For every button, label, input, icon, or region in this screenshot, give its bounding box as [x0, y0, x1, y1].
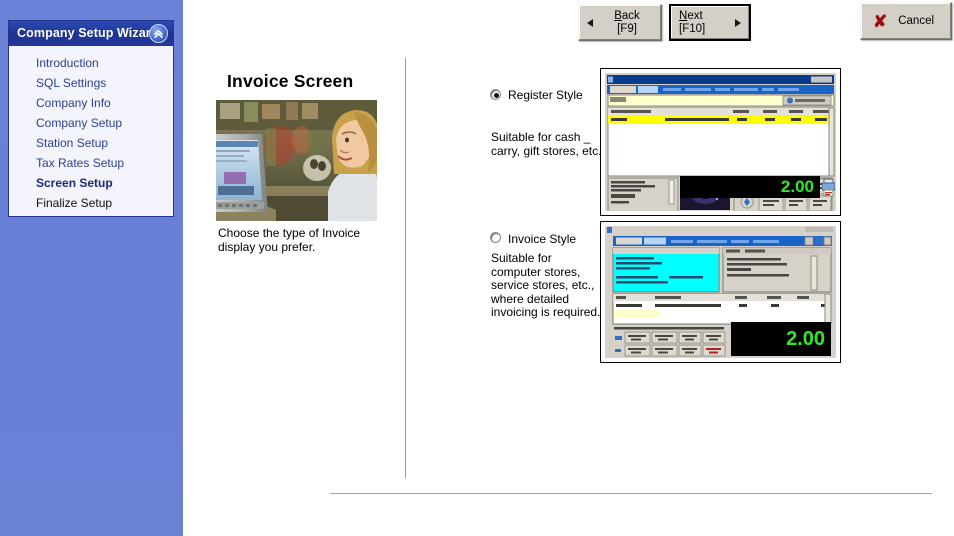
- pos-terminal-photo: [216, 100, 377, 221]
- invoice-style-preview[interactable]: 2.00: [600, 221, 841, 363]
- horizontal-rule: [330, 493, 932, 494]
- next-button-label: Next [F10]: [671, 10, 735, 36]
- radio-invoice-style-label[interactable]: Invoice Style: [508, 232, 576, 246]
- sidebar-item-company-info[interactable]: Company Info: [9, 93, 173, 113]
- sidebar-item-sql-settings[interactable]: SQL Settings: [9, 73, 173, 93]
- preview-total-display: 2.00: [680, 176, 820, 198]
- back-accel-letter: B: [614, 9, 622, 22]
- radio-invoice-style[interactable]: [490, 232, 501, 243]
- sidebar-item-station-setup[interactable]: Station Setup: [9, 133, 173, 153]
- back-button[interactable]: Back [F9]: [578, 4, 662, 41]
- invoice-style-description: Suitable for computer stores, service st…: [491, 251, 601, 319]
- invoice-style-preview-image: 2.00: [605, 226, 836, 358]
- register-style-preview-image: 2.00: [605, 73, 836, 211]
- preview-total-value: 2.00: [780, 177, 814, 196]
- back-label-rest: ack: [621, 9, 640, 22]
- cancel-button[interactable]: ✘ Cancel: [860, 2, 952, 40]
- wizard-nav-panel: Company Setup Wizard Introduction SQL Se…: [8, 20, 174, 217]
- back-shortcut: [F9]: [617, 22, 637, 35]
- next-shortcut: [F10]: [679, 22, 706, 35]
- sidebar-header: Company Setup Wizard: [9, 21, 173, 46]
- page-title: Invoice Screen: [227, 71, 354, 91]
- wizard-window: Company Setup Wizard Introduction SQL Se…: [0, 0, 954, 536]
- triangle-right-icon: [735, 18, 741, 27]
- next-button[interactable]: Next [F10]: [669, 4, 751, 41]
- next-label-rest: ext: [687, 9, 703, 22]
- sidebar: Company Setup Wizard Introduction SQL Se…: [0, 0, 183, 536]
- register-style-preview[interactable]: 2.00: [600, 68, 841, 216]
- preview-total-display: 2.00: [731, 322, 831, 356]
- radio-register-style[interactable]: [490, 89, 501, 100]
- photo-caption: Choose the type of Invoice display you p…: [218, 226, 361, 254]
- back-button-label: Back [F9]: [593, 10, 661, 36]
- sidebar-item-finalize-setup[interactable]: Finalize Setup: [9, 193, 173, 213]
- sidebar-item-introduction[interactable]: Introduction: [9, 53, 173, 73]
- double-chevron-up-icon[interactable]: [149, 24, 168, 43]
- sidebar-nav-list: Introduction SQL Settings Company Info C…: [9, 46, 173, 213]
- sidebar-header-title: Company Setup Wizard: [17, 26, 159, 40]
- radio-selected-dot: [494, 93, 499, 98]
- red-x-icon: ✘: [873, 11, 888, 31]
- sidebar-item-company-setup[interactable]: Company Setup: [9, 113, 173, 133]
- sidebar-item-screen-setup[interactable]: Screen Setup: [9, 173, 173, 193]
- vertical-divider: [405, 58, 406, 478]
- register-style-description: Suitable for cash _ carry, gift stores, …: [491, 130, 602, 158]
- printer-icon: [822, 177, 835, 197]
- cancel-button-label: Cancel: [898, 14, 935, 27]
- preview-total-value: 2.00: [786, 327, 825, 350]
- radio-register-style-label[interactable]: Register Style: [508, 88, 583, 102]
- sidebar-item-tax-rates-setup[interactable]: Tax Rates Setup: [9, 153, 173, 173]
